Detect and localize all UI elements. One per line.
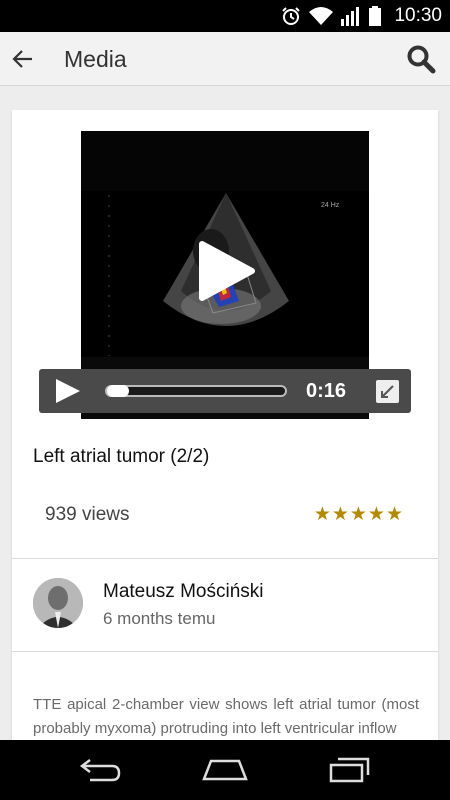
status-clock: 10:30 (394, 5, 442, 26)
system-nav-bar (0, 740, 450, 800)
home-nav-icon (202, 759, 248, 781)
view-count: 939 views (45, 504, 130, 525)
status-icons: 10:30 (280, 0, 442, 32)
rating-stars[interactable]: ★★★★★ (314, 503, 404, 526)
recents-nav-icon (329, 757, 370, 783)
back-button[interactable] (4, 40, 42, 78)
search-icon (407, 45, 436, 74)
signal-icon (340, 5, 362, 27)
nav-recents-button[interactable] (320, 750, 380, 790)
page-title: Media (64, 46, 127, 72)
divider (12, 558, 438, 559)
seek-bar[interactable] (105, 385, 287, 397)
battery-icon (368, 5, 382, 27)
avatar[interactable] (33, 578, 83, 628)
divider (12, 651, 438, 652)
video-controls: 0:16 (39, 369, 411, 413)
ultrasound-label: 24 Hz (321, 202, 340, 209)
author-photo (33, 578, 83, 628)
current-time: 0:16 (306, 380, 347, 402)
search-button[interactable] (402, 40, 440, 78)
wifi-icon (308, 5, 334, 27)
author-name[interactable]: Mateusz Mościński (103, 581, 264, 603)
media-card: 24 Hz 0:16 Left atrial tumor (2/2) 939 v… (12, 110, 438, 750)
back-nav-icon (79, 759, 121, 782)
app-bar: Media (0, 32, 450, 86)
arrow-left-icon (12, 50, 32, 68)
post-time: 6 months temu (103, 609, 216, 628)
media-title: Left atrial tumor (2/2) (33, 446, 210, 467)
seek-thumb[interactable] (107, 385, 129, 397)
nav-back-button[interactable] (70, 750, 130, 790)
nav-home-button[interactable] (195, 750, 255, 790)
media-description: TTE apical 2-chamber view shows left atr… (33, 696, 419, 737)
fullscreen-icon[interactable] (375, 379, 400, 404)
play-icon[interactable] (53, 377, 83, 405)
play-overlay-icon[interactable] (196, 240, 256, 302)
alarm-icon (280, 5, 302, 27)
status-bar: 10:30 (0, 0, 450, 32)
